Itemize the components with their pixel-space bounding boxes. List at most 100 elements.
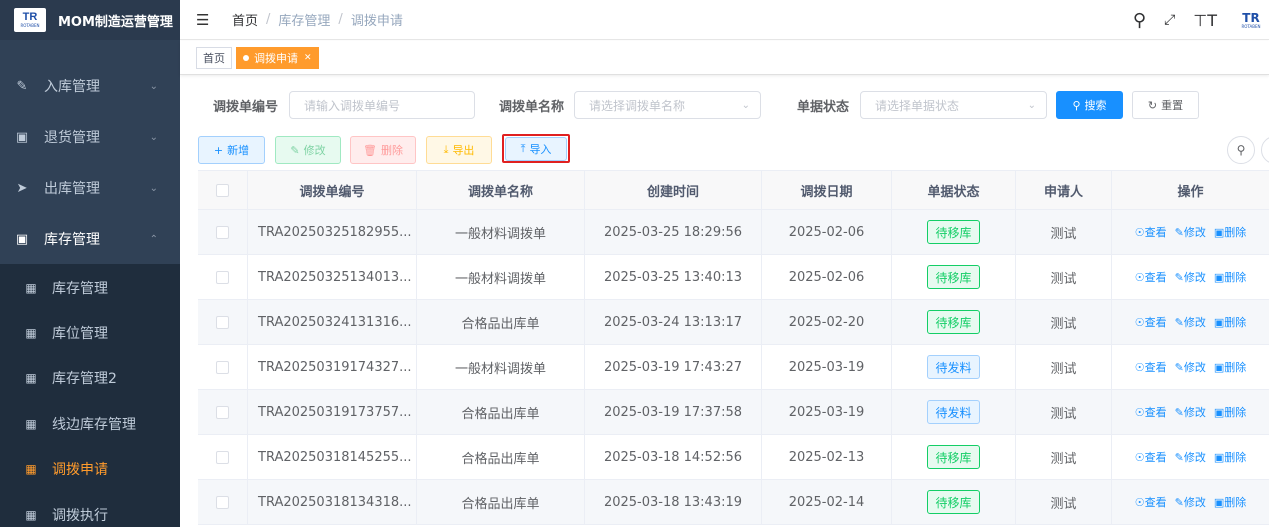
name-select[interactable]: 请选择调拨单名称 ⌄ <box>574 91 761 119</box>
submenu-item-inventory[interactable]: ▦ 库存管理 <box>0 266 180 310</box>
delete-link[interactable]: ▣删除 <box>1214 224 1246 240</box>
row-checkbox[interactable] <box>216 315 229 329</box>
fullscreen-icon[interactable]: ⤢ <box>1164 12 1175 28</box>
view-link[interactable]: ☉查看 <box>1135 314 1167 330</box>
row-checkbox[interactable] <box>216 405 229 419</box>
status-cell: 待发料 <box>892 345 1016 389</box>
table-row[interactable]: TRA20250318145255... 合格品出库单 2025-03-18 1… <box>198 435 1269 480</box>
submenu-item-transfer-exec[interactable]: ▦ 调拨执行 <box>0 493 180 527</box>
submenu-item-inventory2[interactable]: ▦ 库存管理2 <box>0 356 180 400</box>
date-cell: 2025-02-06 <box>762 255 892 299</box>
code-cell: TRA20250324131316... <box>248 300 417 344</box>
delete-link[interactable]: ▣删除 <box>1214 359 1246 375</box>
date-cell: 2025-02-13 <box>762 435 892 479</box>
code-cell: TRA20250325182955... <box>248 210 417 254</box>
menu-inbound[interactable]: ✎ 入库管理 ⌄ <box>0 66 180 106</box>
status-placeholder: 请选择单据状态 <box>875 98 960 113</box>
close-icon[interactable]: ✕ <box>304 53 312 63</box>
view-link[interactable]: ☉查看 <box>1135 449 1167 465</box>
submenu-item-location[interactable]: ▦ 库位管理 <box>0 311 180 355</box>
export-button[interactable]: ⤓ 导出 <box>426 136 492 164</box>
delete-button[interactable]: 🗑 删除 <box>350 136 416 164</box>
font-size-icon[interactable]: ⊤T <box>1193 11 1217 30</box>
status-cell: 待移库 <box>892 435 1016 479</box>
edit-link[interactable]: ✎修改 <box>1175 404 1206 420</box>
actions-cell: ☉查看 ✎修改 ▣删除 <box>1112 255 1269 299</box>
user-avatar-logo[interactable]: TR ROTABEN <box>1235 12 1267 29</box>
breadcrumb-home[interactable]: 首页 <box>232 10 258 29</box>
delete-label: 删除 <box>1224 226 1247 239</box>
delete-link[interactable]: ▣删除 <box>1214 404 1246 420</box>
table-row[interactable]: TRA20250319173757... 合格品出库单 2025-03-19 1… <box>198 390 1269 435</box>
table-row[interactable]: TRA20250319174327... 一般材料调拨单 2025-03-19 … <box>198 345 1269 390</box>
submenu-item-transfer-request[interactable]: ▦ 调拨申请 <box>0 447 180 491</box>
view-link[interactable]: ☉查看 <box>1135 269 1167 285</box>
menu-outbound[interactable]: ➤ 出库管理 ⌄ <box>0 168 180 208</box>
edit-link[interactable]: ✎修改 <box>1175 269 1206 285</box>
delete-link[interactable]: ▣删除 <box>1214 269 1246 285</box>
toggle-search-button[interactable]: ⚲ <box>1227 136 1255 164</box>
tag-home[interactable]: 首页 <box>196 47 232 69</box>
app-title: MOM制造运营管理 <box>58 14 173 30</box>
edit-label: 修改 <box>1183 496 1206 509</box>
row-checkbox[interactable] <box>216 270 229 284</box>
delete-link[interactable]: ▣删除 <box>1214 314 1246 330</box>
edit-link[interactable]: ✎修改 <box>1175 359 1206 375</box>
date-cell: 2025-03-19 <box>762 390 892 434</box>
edit-button[interactable]: ✎ 修改 <box>275 136 341 164</box>
table-row[interactable]: TRA20250325134013... 一般材料调拨单 2025-03-25 … <box>198 255 1269 300</box>
view-link[interactable]: ☉查看 <box>1135 404 1167 420</box>
table-row[interactable]: TRA20250325182955... 一般材料调拨单 2025-03-25 … <box>198 210 1269 255</box>
chevron-down-icon: ⌄ <box>1027 99 1036 111</box>
row-checkbox[interactable] <box>216 360 229 374</box>
trash-icon: ▣ <box>1213 496 1225 509</box>
search-icon[interactable]: ⚲ <box>1133 10 1146 31</box>
eye-icon: ☉ <box>1134 271 1145 284</box>
user-cell: 测试 <box>1016 435 1112 479</box>
tag-transfer-request[interactable]: 调拨申请 ✕ <box>236 47 319 69</box>
logo-subtext: ROTABEN <box>20 23 40 28</box>
grid-icon: ▦ <box>25 371 37 385</box>
view-link[interactable]: ☉查看 <box>1135 494 1167 510</box>
edit-link[interactable]: ✎修改 <box>1175 449 1206 465</box>
search-button[interactable]: ⚲ 搜索 <box>1056 91 1123 119</box>
eye-icon: ☉ <box>1134 361 1145 374</box>
name-cell: 一般材料调拨单 <box>417 345 585 389</box>
tags-view: 首页 调拨申请 ✕ <box>180 41 1269 75</box>
delete-link[interactable]: ▣删除 <box>1214 494 1246 510</box>
view-label: 查看 <box>1144 271 1167 284</box>
edit-link[interactable]: ✎修改 <box>1175 224 1206 240</box>
view-link[interactable]: ☉查看 <box>1135 359 1167 375</box>
actions-cell: ☉查看 ✎修改 ▣删除 <box>1112 210 1269 254</box>
menu-inventory[interactable]: ▣ 库存管理 ⌃ <box>0 219 180 259</box>
view-link[interactable]: ☉查看 <box>1135 224 1167 240</box>
trash-icon: ▣ <box>1213 226 1225 239</box>
row-checkbox[interactable] <box>216 495 229 509</box>
submenu-item-lineside[interactable]: ▦ 线边库存管理 <box>0 402 180 446</box>
status-select[interactable]: 请选择单据状态 ⌄ <box>860 91 1047 119</box>
chevron-down-icon: ⌄ <box>149 80 158 92</box>
add-button[interactable]: + 新增 <box>198 136 265 164</box>
edit-link[interactable]: ✎修改 <box>1175 314 1206 330</box>
delete-link[interactable]: ▣删除 <box>1214 449 1246 465</box>
select-all-checkbox[interactable] <box>216 183 229 197</box>
edit-label: 修改 <box>1183 451 1206 464</box>
row-checkbox[interactable] <box>216 225 229 239</box>
code-cell: TRA20250319173757... <box>248 390 417 434</box>
code-input[interactable]: 请输入调拨单编号 <box>289 91 475 119</box>
delete-label: 删除 <box>1224 406 1247 419</box>
created-cell: 2025-03-25 13:40:13 <box>585 255 762 299</box>
reset-button[interactable]: ↻ 重置 <box>1132 91 1199 119</box>
user-cell: 测试 <box>1016 480 1112 524</box>
refresh-table-button[interactable] <box>1261 136 1269 164</box>
table-row[interactable]: TRA20250324131316... 合格品出库单 2025-03-24 1… <box>198 300 1269 345</box>
name-cell: 一般材料调拨单 <box>417 255 585 299</box>
menu-fold-icon[interactable]: ☰ <box>196 11 212 29</box>
table-row[interactable]: TRA20250318134318... 合格品出库单 2025-03-18 1… <box>198 480 1269 525</box>
status-cell: 待移库 <box>892 210 1016 254</box>
row-checkbox[interactable] <box>216 450 229 464</box>
status-badge: 待移库 <box>927 220 980 244</box>
edit-link[interactable]: ✎修改 <box>1175 494 1206 510</box>
menu-returns[interactable]: ▣ 退货管理 ⌄ <box>0 117 180 157</box>
date-cell: 2025-02-06 <box>762 210 892 254</box>
